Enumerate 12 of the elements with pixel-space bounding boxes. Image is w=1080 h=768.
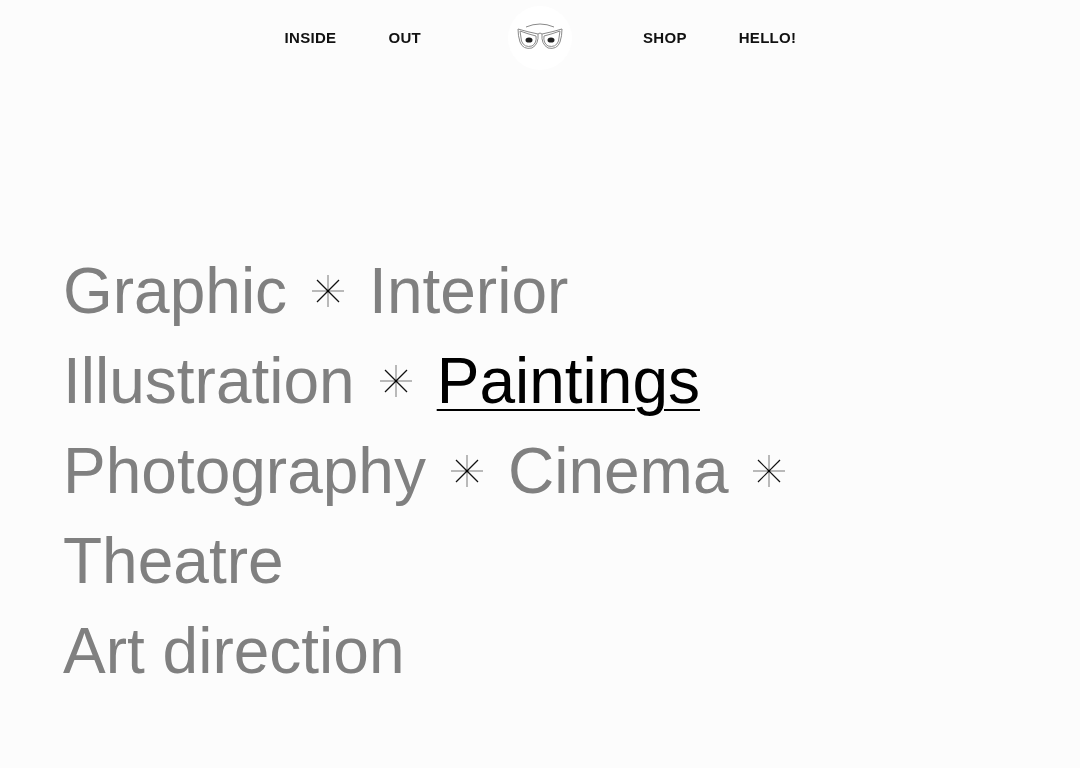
category-link[interactable]: Photography xyxy=(63,426,426,516)
nav-link[interactable]: INSIDE xyxy=(284,29,337,46)
nav-link[interactable]: OUT xyxy=(388,29,421,46)
nav-link[interactable]: SHOP xyxy=(643,29,687,46)
nav-link[interactable]: HELLO! xyxy=(738,29,797,46)
category-link[interactable]: Illustration xyxy=(63,336,355,426)
category-link[interactable]: Art direction xyxy=(63,606,405,696)
category-link[interactable]: Cinema xyxy=(507,426,729,516)
category-link[interactable]: Interior xyxy=(369,246,569,336)
category-link[interactable]: Theatre xyxy=(63,516,284,606)
category-link[interactable]: Graphic xyxy=(63,246,288,336)
category-link[interactable]: Paintings xyxy=(436,336,700,426)
